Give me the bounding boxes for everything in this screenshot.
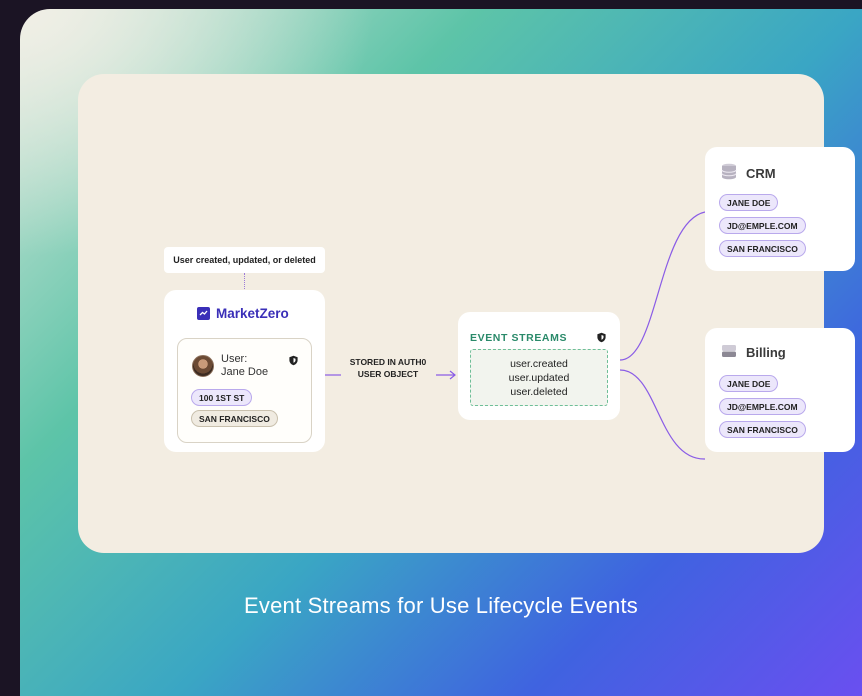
connector-label: STORED IN AUTH0 USER OBJECT bbox=[342, 356, 434, 380]
connector-label-line1: STORED IN AUTH0 bbox=[349, 357, 427, 367]
connector-label-line2: USER OBJECT bbox=[357, 369, 419, 379]
email-pill: JD@EMPLE.COM bbox=[719, 398, 806, 415]
crm-header: CRM bbox=[721, 163, 776, 183]
event-list: user.created user.updated user.deleted bbox=[470, 349, 608, 406]
avatar bbox=[192, 355, 214, 377]
name-pill: JANE DOE bbox=[719, 375, 779, 392]
user-profile-card: User: Jane Doe 100 1ST ST SAN FRANCISCO bbox=[177, 338, 312, 443]
database-icon bbox=[721, 163, 737, 183]
address-pill: 100 1ST ST bbox=[191, 389, 253, 406]
city-pill: SAN FRANCISCO bbox=[719, 421, 806, 438]
diagram-panel: User created, updated, or deleted Market… bbox=[78, 74, 855, 553]
shield-icon bbox=[596, 332, 607, 343]
email-pill: JD@EMPLE.COM bbox=[719, 217, 806, 234]
billing-header: Billing bbox=[721, 344, 786, 361]
event-item: user.updated bbox=[508, 371, 570, 384]
event-item: user.created bbox=[510, 357, 568, 370]
stream-to-crm-line bbox=[619, 211, 706, 361]
event-streams-card: EVENT STREAMS user.created user.updated … bbox=[458, 312, 620, 420]
user-label: User: bbox=[221, 353, 248, 365]
shield-icon bbox=[288, 355, 299, 366]
city-pill: SAN FRANCISCO bbox=[719, 240, 806, 257]
crm-title: CRM bbox=[746, 165, 776, 181]
server-icon bbox=[721, 344, 737, 361]
brand-name: MarketZero bbox=[216, 306, 289, 321]
user-name: Jane Doe bbox=[221, 366, 269, 378]
stream-to-billing-line bbox=[619, 369, 706, 460]
source-app-card: MarketZero User: Jane Doe 100 1ST ST SAN… bbox=[164, 290, 325, 452]
caption: Event Streams for Use Lifecycle Events bbox=[244, 593, 638, 618]
event-streams-title: EVENT STREAMS bbox=[470, 332, 568, 344]
name-pill: JANE DOE bbox=[719, 194, 779, 211]
crm-card: CRM JANE DOE JD@EMPLE.COM SAN FRANCISCO bbox=[705, 147, 855, 271]
event-item: user.deleted bbox=[510, 385, 568, 398]
background-frame: User created, updated, or deleted Market… bbox=[20, 9, 862, 696]
trigger-label: User created, updated, or deleted bbox=[164, 247, 325, 273]
brand-header: MarketZero bbox=[197, 306, 289, 321]
city-pill: SAN FRANCISCO bbox=[191, 410, 278, 427]
billing-title: Billing bbox=[746, 345, 786, 360]
billing-card: Billing JANE DOE JD@EMPLE.COM SAN FRANCI… bbox=[705, 328, 855, 452]
user-info: User: Jane Doe bbox=[221, 353, 268, 379]
chart-logo-icon bbox=[197, 307, 210, 320]
